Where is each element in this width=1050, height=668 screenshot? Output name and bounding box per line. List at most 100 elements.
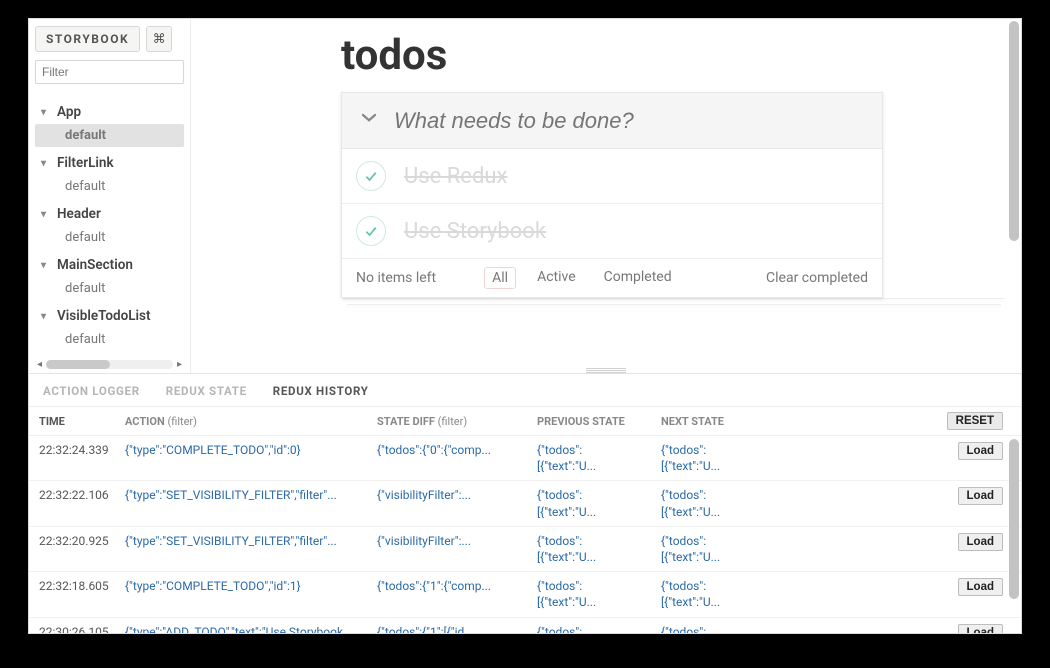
cell-state-diff[interactable]: {"visibilityFilter":... — [377, 533, 537, 549]
col-header-diff: STATE DIFF (filter) — [377, 415, 537, 428]
cell-time: 22:32:22.106 — [39, 487, 125, 502]
scrollbar-track[interactable] — [46, 360, 173, 369]
tree-group[interactable]: ▾App — [35, 100, 184, 124]
history-vertical-scrollbar[interactable] — [1009, 439, 1019, 599]
cell-next-state[interactable]: {"todos": [{"text":"U... — [661, 624, 785, 634]
chevron-down-icon: ▾ — [41, 260, 55, 271]
filter-group: All Active Completed — [484, 267, 678, 289]
toggle-all-button[interactable] — [356, 108, 382, 133]
panel-tab[interactable]: ACTION LOGGER — [43, 384, 140, 398]
history-row: 22:32:24.339{"type":"COMPLETE_TODO","id"… — [29, 436, 1021, 481]
col-header-time: TIME — [39, 415, 125, 428]
todo-text[interactable]: Use Storybook — [404, 219, 546, 244]
cell-next-state[interactable]: {"todos": [{"text":"U... — [661, 533, 785, 565]
cell-state-diff[interactable]: {"todos":{"1":{"comp... — [377, 578, 537, 594]
cell-state-diff[interactable]: {"todos":{"0":{"comp... — [377, 442, 537, 458]
panel-tab[interactable]: REDUX HISTORY — [273, 384, 369, 398]
cell-action[interactable]: {"type":"ADD_TODO","text":"Use Storybook… — [125, 624, 377, 634]
todo-text[interactable]: Use Redux — [404, 164, 507, 189]
tree-story[interactable]: default — [35, 328, 184, 351]
cell-state-diff[interactable]: {"visibilityFilter":... — [377, 487, 537, 503]
col-header-reset: RESET — [785, 412, 1011, 430]
story-tree: ▾Appdefault▾FilterLinkdefault▾Headerdefa… — [35, 96, 184, 351]
items-left-label: No items left — [356, 270, 436, 286]
filter-all[interactable]: All — [484, 267, 516, 289]
preview-vertical-scrollbar[interactable] — [1009, 21, 1019, 241]
col-header-action: ACTION (filter) — [125, 415, 377, 428]
tree-item-label: Header — [57, 206, 101, 222]
tree-item-label: default — [65, 230, 105, 245]
todo-footer: No items left All Active Completed Clear c… — [342, 259, 882, 297]
cell-time: 22:32:20.925 — [39, 533, 125, 548]
history-row: 22:32:18.605{"type":"COMPLETE_TODO","id"… — [29, 572, 1021, 617]
load-button[interactable]: Load — [958, 487, 1003, 505]
cell-action[interactable]: {"type":"COMPLETE_TODO","id":1} — [125, 578, 377, 594]
cell-prev-state[interactable]: {"todos": [{"text":"U... — [537, 533, 661, 565]
todo-item: Use Storybook — [342, 204, 882, 259]
tree-group[interactable]: ▾VisibleTodoList — [35, 304, 184, 328]
todo-app: Use Redux Use Storybook No items left All… — [341, 92, 883, 298]
load-button[interactable]: Load — [958, 578, 1003, 596]
todo-checkbox[interactable] — [356, 161, 386, 191]
todo-header — [342, 93, 882, 149]
scroll-right-icon[interactable]: ▸ — [177, 359, 182, 370]
todo-checkbox[interactable] — [356, 216, 386, 246]
tree-story[interactable]: default — [35, 226, 184, 249]
cell-next-state[interactable]: {"todos": [{"text":"U... — [661, 442, 785, 474]
tree-item-label: default — [65, 128, 106, 143]
chevron-down-icon: ▾ — [41, 209, 55, 220]
clear-completed-button[interactable]: Clear completed — [766, 270, 868, 286]
cell-action[interactable]: {"type":"SET_VISIBILITY_FILTER","filter"… — [125, 533, 377, 549]
panel-tab[interactable]: REDUX STATE — [166, 384, 247, 398]
history-row: 22:32:22.106{"type":"SET_VISIBILITY_FILT… — [29, 481, 1021, 526]
tree-story[interactable]: default — [35, 175, 184, 198]
load-button[interactable]: Load — [958, 533, 1003, 551]
storybook-logo-button[interactable]: STORYBOOK — [35, 26, 140, 52]
scroll-left-icon[interactable]: ◂ — [37, 359, 42, 370]
tree-item-label: default — [65, 281, 105, 296]
app-frame: STORYBOOK ⌘ ▾Appdefault▾FilterLinkdefaul… — [28, 18, 1022, 634]
cell-state-diff[interactable]: {"todos":{"1":[{"id... — [377, 624, 537, 634]
chevron-down-icon: ▾ — [41, 158, 55, 169]
tree-group[interactable]: ▾FilterLink — [35, 151, 184, 175]
chevron-down-icon: ▾ — [41, 311, 55, 322]
tree-item-label: MainSection — [57, 257, 133, 273]
check-icon — [363, 168, 379, 184]
load-button[interactable]: Load — [958, 442, 1003, 460]
cell-time: 22:32:18.605 — [39, 578, 125, 593]
cell-prev-state[interactable]: {"todos": [{"text":"U... — [537, 442, 661, 474]
tree-story[interactable]: default — [35, 277, 184, 300]
filter-completed[interactable]: Completed — [597, 267, 679, 289]
cell-prev-state[interactable]: {"todos": [{"text":"U... — [537, 487, 661, 519]
todo-list: Use Redux Use Storybook — [342, 149, 882, 259]
tree-story[interactable]: default — [35, 124, 184, 147]
chevron-down-icon: ▾ — [41, 107, 55, 118]
reset-button[interactable]: RESET — [947, 412, 1003, 430]
cell-prev-state[interactable]: {"todos": [{"text":"U... — [537, 578, 661, 610]
cell-time: 22:32:24.339 — [39, 442, 125, 457]
cell-action[interactable]: {"type":"SET_VISIBILITY_FILTER","filter"… — [125, 487, 377, 503]
load-button[interactable]: Load — [958, 624, 1003, 634]
sidebar: STORYBOOK ⌘ ▾Appdefault▾FilterLinkdefaul… — [29, 19, 191, 373]
tree-group[interactable]: ▾MainSection — [35, 253, 184, 277]
cell-next-state[interactable]: {"todos": [{"text":"U... — [661, 487, 785, 519]
tree-group[interactable]: ▾Header — [35, 202, 184, 226]
tree-item-label: FilterLink — [57, 155, 114, 171]
todo-item: Use Redux — [342, 149, 882, 204]
tree-item-label: default — [65, 332, 105, 347]
filter-input[interactable] — [35, 60, 184, 84]
col-header-prev: PREVIOUS STATE — [537, 415, 661, 428]
cell-next-state[interactable]: {"todos": [{"text":"U... — [661, 578, 785, 610]
panel-resize-handle[interactable] — [586, 367, 626, 373]
shortcuts-button[interactable]: ⌘ — [146, 26, 172, 52]
new-todo-input[interactable] — [394, 108, 872, 134]
cell-action[interactable]: {"type":"COMPLETE_TODO","id":0} — [125, 442, 377, 458]
check-icon — [363, 223, 379, 239]
history-row: 22:32:20.925{"type":"SET_VISIBILITY_FILT… — [29, 527, 1021, 572]
redux-history-panel: TIME ACTION (filter) STATE DIFF (filter)… — [29, 406, 1021, 633]
cell-prev-state[interactable]: {"todos": [{"text":"U... — [537, 624, 661, 634]
sidebar-horizontal-scrollbar[interactable]: ◂ ▸ — [35, 357, 184, 373]
scrollbar-thumb[interactable] — [46, 360, 109, 369]
history-header-row: TIME ACTION (filter) STATE DIFF (filter)… — [29, 407, 1021, 436]
filter-active[interactable]: Active — [530, 267, 583, 289]
